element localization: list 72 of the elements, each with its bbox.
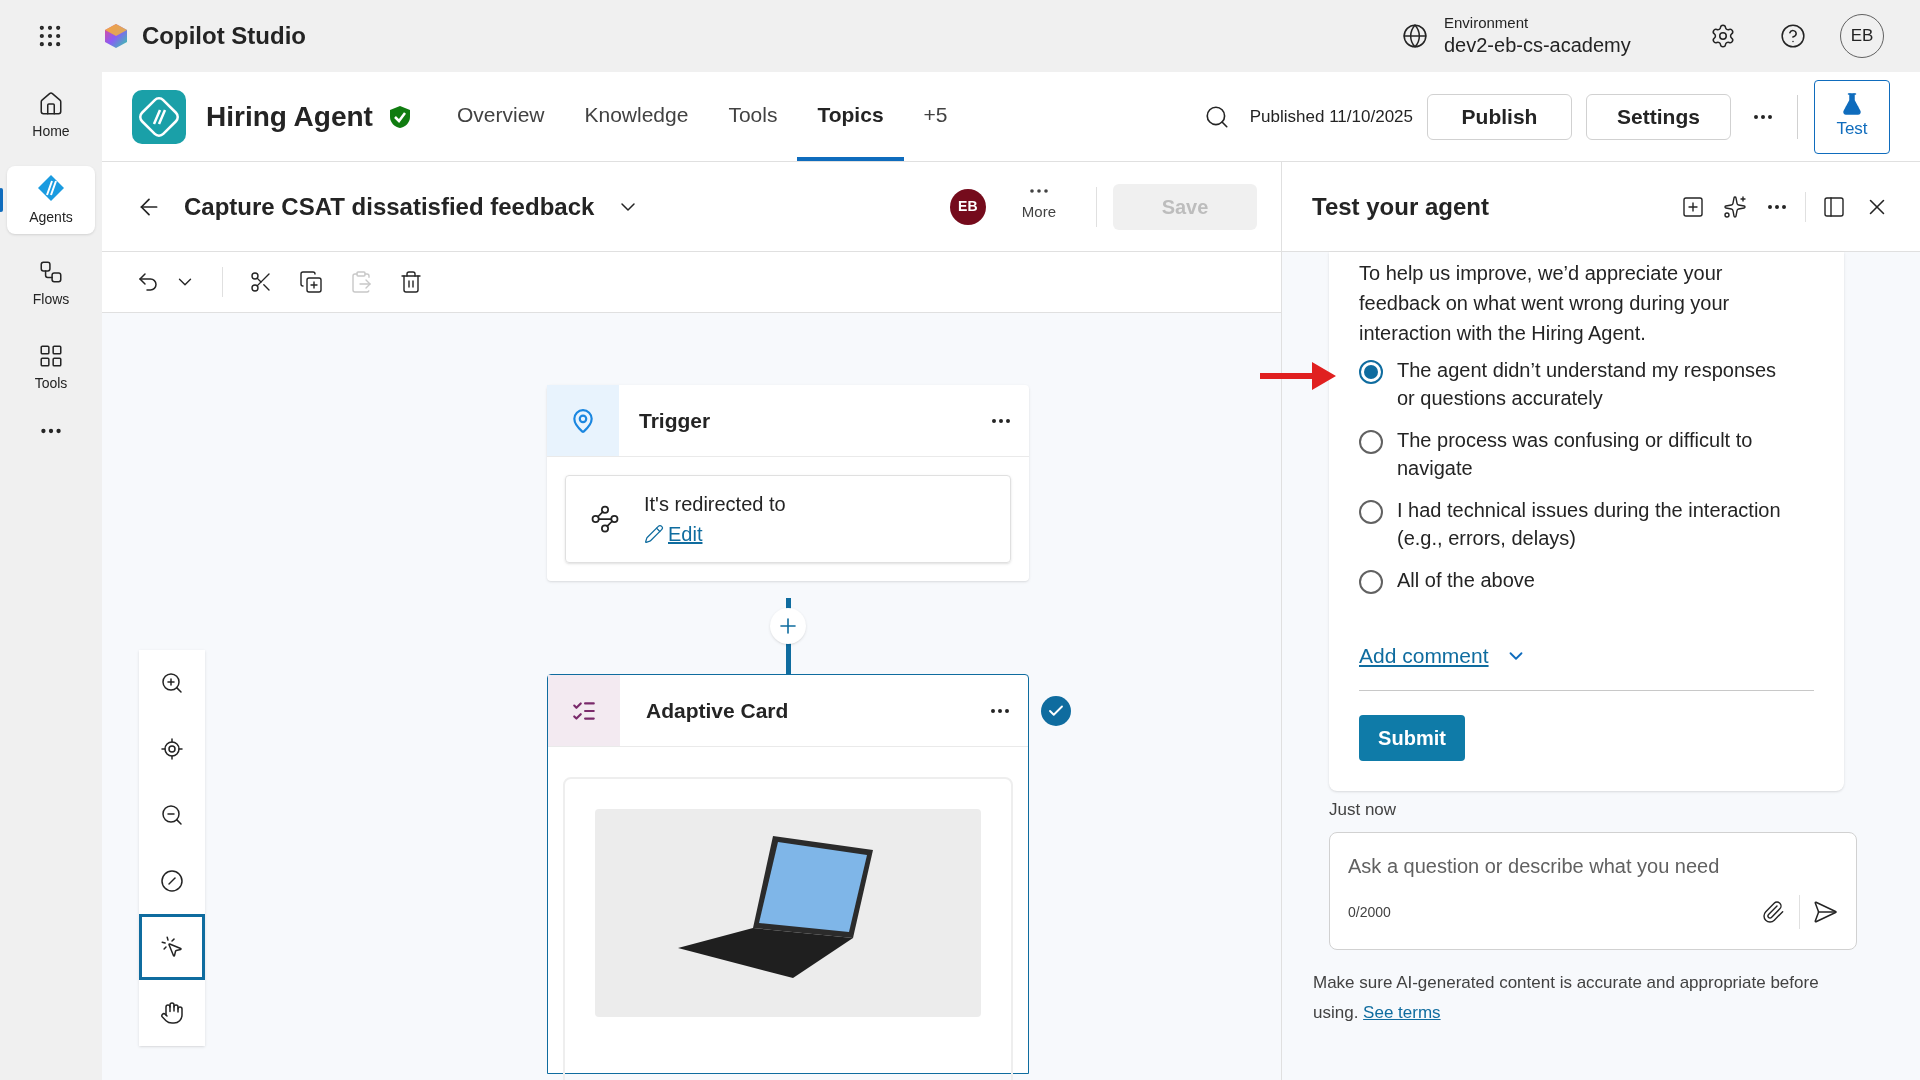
home-icon bbox=[38, 90, 64, 117]
panel-icon[interactable] bbox=[1822, 194, 1846, 219]
zoom-out-icon bbox=[160, 803, 184, 827]
environment-name[interactable]: dev2-eb-cs-academy bbox=[1444, 32, 1674, 58]
nav-tab[interactable]: Topics bbox=[797, 72, 904, 161]
new-chat-icon[interactable] bbox=[1681, 194, 1705, 219]
settings-icon[interactable] bbox=[1710, 23, 1736, 49]
delete-icon[interactable] bbox=[399, 270, 423, 294]
environment-icon[interactable] bbox=[1402, 23, 1428, 49]
selection-indicator bbox=[0, 188, 3, 212]
pointer-icon bbox=[160, 935, 184, 959]
copy-icon[interactable] bbox=[299, 270, 323, 294]
radio-button[interactable] bbox=[1359, 570, 1383, 594]
test-button[interactable]: Test bbox=[1814, 79, 1890, 154]
feedback-prompt: To help us improve, we’d appreciate your feedback on what went wrong during your interaction with the Hiring Agent. bbox=[1359, 261, 1731, 346]
canvas-tool[interactable] bbox=[139, 914, 205, 980]
add-comment-link[interactable]: Add comment bbox=[1359, 640, 1489, 672]
zoom-in-icon bbox=[160, 671, 184, 695]
submit-button[interactable]: Submit bbox=[1359, 714, 1465, 761]
radio-button[interactable] bbox=[1359, 430, 1383, 454]
panel-title: Test your agent bbox=[1312, 191, 1489, 222]
terms-link[interactable]: See terms bbox=[1363, 1003, 1441, 1022]
edit-link[interactable]: Edit bbox=[668, 519, 703, 549]
radio-button[interactable] bbox=[1359, 360, 1383, 384]
option-label: I had technical issues during the interaction (e.g., errors, delays) bbox=[1397, 498, 1782, 551]
rail-item[interactable]: Flows bbox=[7, 250, 95, 318]
node-title: Trigger bbox=[639, 407, 711, 434]
option-label: The agent didn’t understand my responses or questions accurately bbox=[1397, 358, 1778, 411]
more-button[interactable]: More bbox=[1021, 189, 1056, 224]
attach-icon[interactable] bbox=[1761, 900, 1785, 924]
radio-button[interactable] bbox=[1359, 500, 1383, 524]
disclaimer: Make sure AI-generated content is accurate and appropriate before using. See terms bbox=[1313, 972, 1820, 1024]
header-button[interactable]: Publish bbox=[1427, 93, 1572, 140]
hand-icon bbox=[160, 1001, 184, 1025]
sparkle-icon[interactable] bbox=[1723, 194, 1747, 219]
option-label: All of the above bbox=[1397, 568, 1536, 593]
condition-text: It's redirected to bbox=[644, 492, 786, 517]
copilot-logo bbox=[102, 22, 130, 50]
timestamp: Just now bbox=[1329, 798, 1398, 821]
message-input[interactable]: Ask a question or describe what you need bbox=[1348, 851, 1838, 881]
environment-label: Environment bbox=[1444, 14, 1530, 33]
target-icon bbox=[160, 737, 184, 761]
agents-icon bbox=[36, 172, 66, 203]
option-label: The process was confusing or difficult to navigate bbox=[1397, 428, 1754, 481]
agent-name: Hiring Agent bbox=[206, 99, 373, 134]
pin-icon bbox=[570, 407, 596, 434]
verified-shield-icon bbox=[388, 104, 411, 129]
more-icon bbox=[1029, 189, 1048, 194]
character-count: 0/2000 bbox=[1348, 902, 1391, 922]
rail-item[interactable]: Tools bbox=[7, 334, 95, 402]
tools-icon bbox=[38, 342, 64, 369]
nav-tab[interactable]: Overview bbox=[436, 72, 565, 161]
header-button[interactable]: Settings bbox=[1586, 93, 1731, 140]
undo-icon[interactable] bbox=[136, 270, 160, 294]
app-title: Copilot Studio bbox=[142, 21, 306, 51]
published-date: Published 11/10/2025 bbox=[1249, 105, 1413, 128]
nav-tab[interactable]: +5 bbox=[903, 72, 968, 161]
chat-input[interactable]: Ask a question or describe what you need 0/2000 bbox=[1329, 832, 1857, 950]
send-icon[interactable] bbox=[1812, 899, 1838, 925]
nav-tab[interactable]: Knowledge bbox=[564, 72, 709, 161]
node-title: Adaptive Card bbox=[646, 697, 789, 724]
editor-avatar: EB bbox=[949, 188, 986, 225]
flask-icon bbox=[1840, 91, 1864, 116]
trigger-node[interactable]: Trigger It's redirected to Edit bbox=[547, 385, 1029, 581]
nav-tab[interactable]: Tools bbox=[708, 72, 798, 161]
add-node-button[interactable] bbox=[770, 608, 806, 644]
edit-icon bbox=[644, 524, 664, 544]
topic-title: Capture CSAT dissatisfied feedback bbox=[184, 191, 595, 222]
rail-item[interactable]: Home bbox=[7, 82, 95, 150]
flows-icon bbox=[38, 258, 64, 285]
help-icon[interactable] bbox=[1780, 23, 1806, 49]
agent-logo bbox=[132, 89, 186, 144]
